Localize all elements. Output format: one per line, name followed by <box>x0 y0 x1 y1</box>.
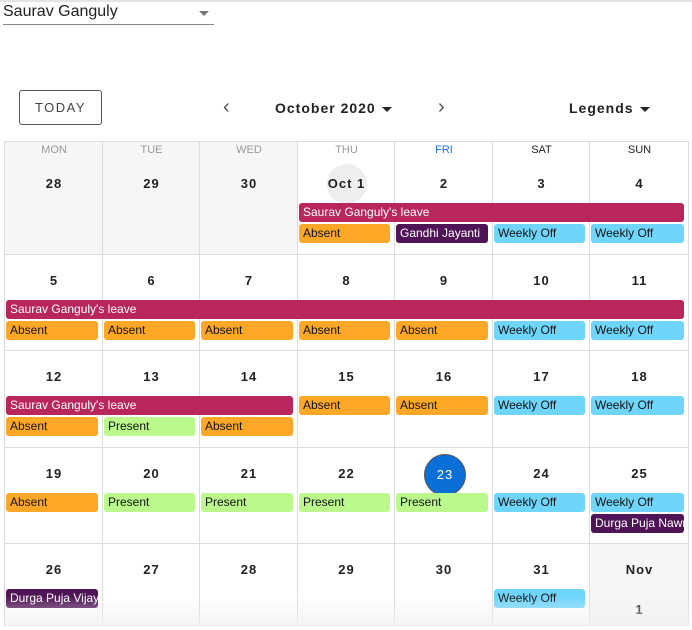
event-present[interactable]: Present <box>201 493 293 512</box>
month-calendar-grid: MON TUE WED THU FRI SAT SUN 28 29 30 Oct 1 2 3 4 Saura… <box>4 141 689 626</box>
event-present[interactable]: Present <box>104 417 195 436</box>
caret-down-icon <box>381 106 392 112</box>
event-weekly-off[interactable]: Weekly Off <box>591 224 684 243</box>
employee-select[interactable]: Saurav Ganguly <box>3 2 214 25</box>
event-holiday[interactable]: Gandhi Jayanti <box>396 224 488 243</box>
event-absent[interactable]: Absent <box>201 417 293 436</box>
date-number[interactable]: 7 <box>229 261 269 301</box>
date-number[interactable]: 14 <box>229 357 269 397</box>
date-number[interactable]: 28 <box>34 164 74 204</box>
weekday-header: FRI <box>435 144 453 156</box>
event-present[interactable]: Present <box>396 493 488 512</box>
event-absent[interactable]: Absent <box>299 396 390 415</box>
date-number[interactable]: 12 <box>34 357 74 397</box>
date-number[interactable]: 6 <box>132 261 172 301</box>
date-number[interactable]: 27 <box>132 550 172 590</box>
event-absent[interactable]: Absent <box>299 224 390 243</box>
date-number[interactable]: 25 <box>620 454 660 494</box>
caret-down-icon <box>639 106 650 112</box>
date-number[interactable]: 5 <box>34 261 74 301</box>
event-weekly-off[interactable]: Weekly Off <box>591 321 684 340</box>
date-number[interactable]: 19 <box>34 454 74 494</box>
date-number[interactable]: 2 <box>424 164 464 204</box>
date-number[interactable]: 30 <box>424 550 464 590</box>
month-selector[interactable]: October 2020 <box>275 100 392 116</box>
event-holiday[interactable]: Durga Puja Vijaya Dashami <box>6 589 98 608</box>
chevron-left-icon[interactable]: ‹ <box>223 97 230 117</box>
event-absent[interactable]: Absent <box>396 396 488 415</box>
event-absent[interactable]: Absent <box>6 321 98 340</box>
event-present[interactable]: Present <box>299 493 390 512</box>
legends-dropdown[interactable]: Legends <box>569 100 650 116</box>
event-absent[interactable]: Absent <box>201 321 293 340</box>
date-number[interactable]: 29 <box>327 550 367 590</box>
date-number[interactable]: 10 <box>522 261 562 301</box>
date-number[interactable]: 17 <box>522 357 562 397</box>
event-leave[interactable]: Saurav Ganguly's leave <box>6 300 684 319</box>
date-number[interactable]: 29 <box>132 164 172 204</box>
event-absent[interactable]: Absent <box>6 417 98 436</box>
date-number[interactable]: Nov 1 <box>620 550 660 617</box>
date-number[interactable]: 3 <box>522 164 562 204</box>
event-weekly-off[interactable]: Weekly Off <box>494 396 585 415</box>
date-number[interactable]: 26 <box>34 550 74 590</box>
event-weekly-off[interactable]: Weekly Off <box>591 396 684 415</box>
date-number[interactable]: 13 <box>132 357 172 397</box>
event-leave[interactable]: Saurav Ganguly's leave <box>6 396 293 415</box>
event-present[interactable]: Present <box>104 493 195 512</box>
chevron-right-icon[interactable]: › <box>438 97 445 117</box>
event-weekly-off[interactable]: Weekly Off <box>494 493 585 512</box>
event-weekly-off[interactable]: Weekly Off <box>494 589 585 608</box>
event-absent[interactable]: Absent <box>299 321 390 340</box>
event-leave[interactable]: Saurav Ganguly's leave <box>299 203 684 222</box>
date-number[interactable]: 23 <box>424 454 466 496</box>
event-absent[interactable]: Absent <box>396 321 488 340</box>
month-label: October 2020 <box>275 100 376 116</box>
weekday-header: TUE <box>140 144 163 156</box>
event-weekly-off[interactable]: Weekly Off <box>494 321 585 340</box>
date-number[interactable]: 18 <box>620 357 660 397</box>
weekday-header: SAT <box>531 144 552 156</box>
date-number[interactable]: Oct 1 <box>326 164 367 204</box>
event-weekly-off[interactable]: Weekly Off <box>494 224 585 243</box>
employee-select-value: Saurav Ganguly <box>3 3 118 20</box>
dropdown-caret-icon <box>199 11 209 16</box>
event-absent[interactable]: Absent <box>104 321 195 340</box>
event-weekly-off[interactable]: Weekly Off <box>591 493 684 512</box>
date-number[interactable]: 31 <box>522 550 562 590</box>
date-number[interactable]: 9 <box>424 261 464 301</box>
date-number[interactable]: 11 <box>620 261 660 301</box>
weekday-header: SUN <box>627 144 652 156</box>
legends-label: Legends <box>569 100 634 116</box>
date-number[interactable]: 16 <box>424 357 464 397</box>
weekday-header: MON <box>41 144 67 156</box>
date-number[interactable]: 20 <box>132 454 172 494</box>
date-number[interactable]: 15 <box>327 357 367 397</box>
date-number[interactable]: 24 <box>522 454 562 494</box>
weekday-header: WED <box>236 144 262 156</box>
date-number[interactable]: 21 <box>229 454 269 494</box>
date-number[interactable]: 8 <box>327 261 367 301</box>
weekday-header: THU <box>335 144 358 156</box>
event-holiday[interactable]: Durga Puja Nawmi <box>591 514 684 533</box>
today-button[interactable]: TODAY <box>19 90 102 125</box>
date-number[interactable]: 28 <box>229 550 269 590</box>
date-number[interactable]: 22 <box>327 454 367 494</box>
date-number[interactable]: 30 <box>229 164 269 204</box>
date-number[interactable]: 4 <box>620 164 660 204</box>
event-absent[interactable]: Absent <box>6 493 98 512</box>
